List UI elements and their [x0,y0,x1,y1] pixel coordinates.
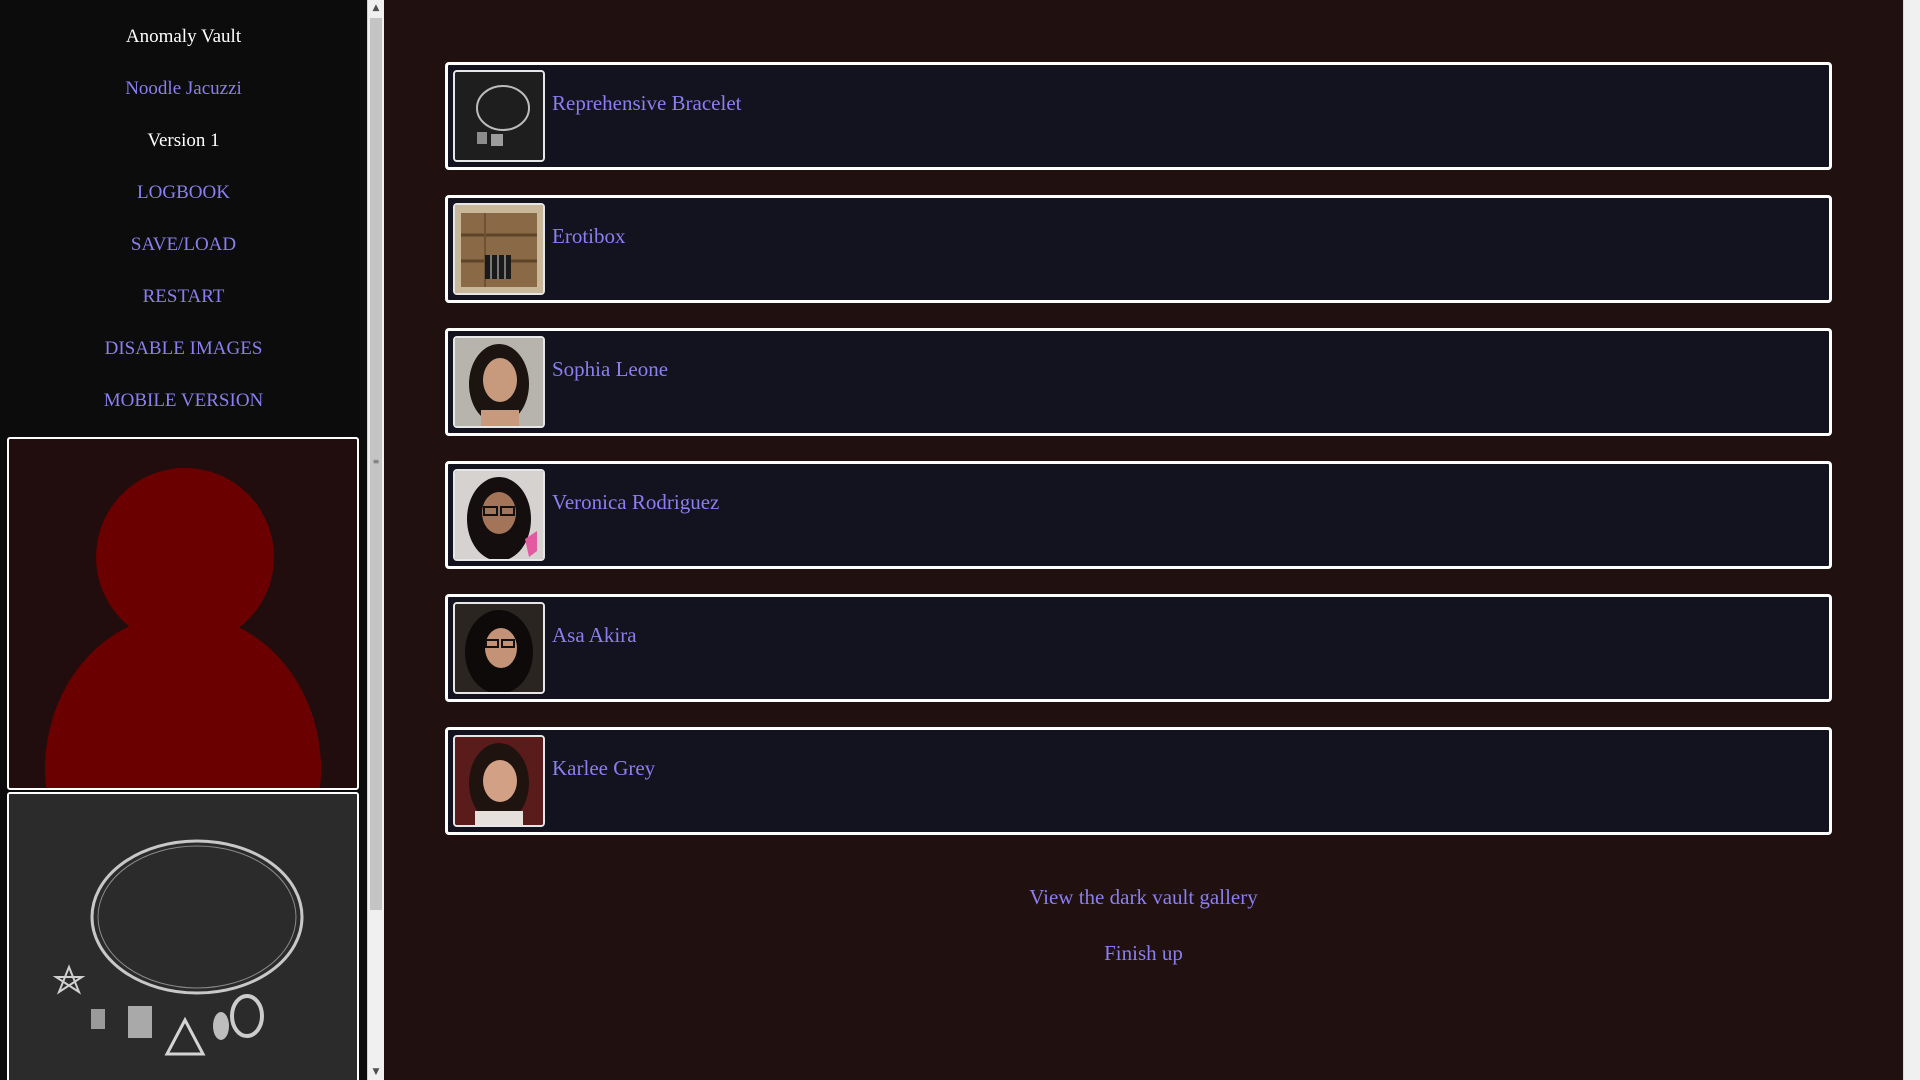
item-thumbnail [453,70,545,162]
item-card-sophia-leone[interactable]: Sophia Leone [445,328,1832,436]
page-scrollbar[interactable] [1903,0,1920,1080]
item-card-asa-akira[interactable]: Asa Akira [445,594,1832,702]
item-card-veronica-rodriguez[interactable]: Veronica Rodriguez [445,461,1832,569]
item-thumbnail [453,735,545,827]
portrait-photo [455,604,543,692]
wooden-box-icon [455,205,543,293]
item-label: Sophia Leone [552,357,669,381]
item-card-karlee-grey[interactable]: Karlee Grey [445,727,1832,835]
finish-up-link[interactable]: Finish up [384,941,1903,966]
scroll-down-arrow-icon[interactable]: ▼ [368,1064,384,1080]
avatar-silhouette-icon [45,468,321,788]
item-label: Karlee Grey [552,756,656,780]
item-thumbnail [453,203,545,295]
portrait-photo [455,471,543,559]
location-link[interactable]: Noodle Jacuzzi [0,63,367,115]
item-thumbnail [453,602,545,694]
current-item-image [7,792,359,1080]
item-label: Asa Akira [552,623,637,647]
save-load-link[interactable]: SAVE/LOAD [0,219,367,271]
item-label: Erotibox [552,224,626,248]
player-avatar [7,437,359,790]
game-title: Anomaly Vault [125,26,242,47]
item-thumbnail [453,336,545,428]
bracelet-thumbnail-icon [455,72,543,160]
sidebar-scrollbar[interactable]: ▲ ≡ ▼ [367,0,384,1080]
bracelet-image [9,794,357,1080]
portrait-photo [455,737,543,825]
logbook-link[interactable]: LOGBOOK [0,167,367,219]
version-label: Version 1 [147,130,220,151]
item-label: Veronica Rodriguez [552,490,720,514]
item-label: Reprehensive Bracelet [552,91,742,115]
scroll-up-arrow-icon[interactable]: ▲ [368,0,384,16]
item-card-erotibox[interactable]: Erotibox [445,195,1832,303]
item-thumbnail [453,469,545,561]
item-card-bracelet[interactable]: Reprehensive Bracelet [445,62,1832,170]
sidebar: Anomaly Vault Noodle Jacuzzi Version 1 L… [0,0,367,1080]
portrait-photo [455,338,543,426]
disable-images-link[interactable]: DISABLE IMAGES [0,323,367,375]
restart-link[interactable]: RESTART [0,271,367,323]
grip-icon: ≡ [372,457,380,466]
main-content: Reprehensive Bracelet Erotibox Sophia Le… [384,0,1903,1080]
view-gallery-link[interactable]: View the dark vault gallery [384,885,1903,910]
mobile-version-link[interactable]: MOBILE VERSION [0,375,367,427]
